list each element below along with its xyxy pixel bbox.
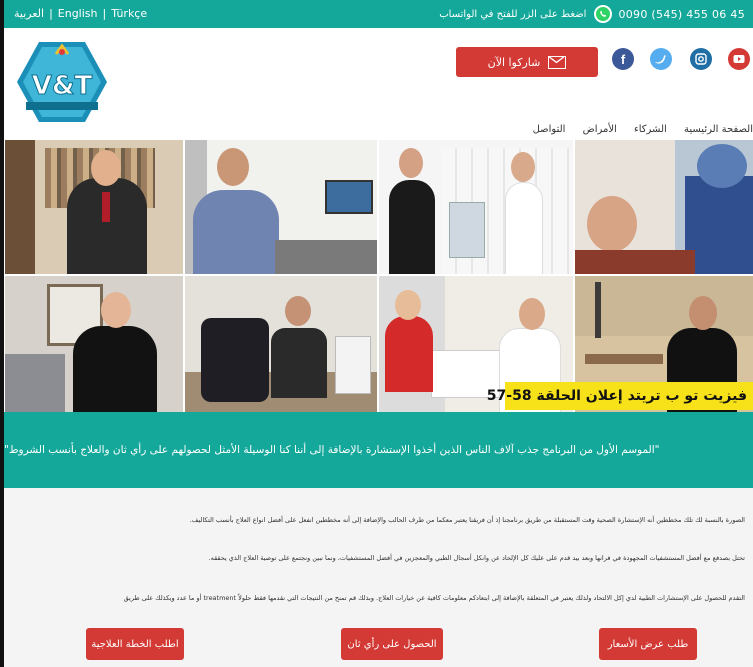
nav-item-contact[interactable]: التواصل bbox=[533, 124, 566, 135]
photo-presenter bbox=[5, 276, 183, 412]
photo-rehabilitation-robot bbox=[185, 276, 377, 412]
request-treatment-plan-button[interactable]: اطلب الخطة العلاجية bbox=[86, 628, 184, 660]
share-now-label: شاركوا الآن bbox=[487, 55, 541, 69]
nav-item-diseases[interactable]: الأمراض bbox=[583, 124, 617, 135]
lang-english-link[interactable]: English bbox=[58, 7, 98, 20]
intro-quote: "الموسم الأول من البرنامج جذب آلاف الناس… bbox=[4, 444, 660, 456]
whatsapp-icon[interactable] bbox=[594, 5, 613, 23]
price-quote-button[interactable]: طلب عرض الأسعار bbox=[599, 628, 697, 660]
logo-text: V&T bbox=[32, 71, 93, 101]
nav-item-partners[interactable]: الشركاء bbox=[634, 124, 667, 135]
lang-arabic-link[interactable]: العربية bbox=[14, 7, 44, 20]
whatsapp-contact[interactable]: اضغط على الزر للفتح في الواتساب 0090 (54… bbox=[439, 5, 745, 23]
main-nav: الصفحة الرئيسية الشركاء الأمراض التواصل bbox=[519, 124, 753, 135]
photo-host-in-library bbox=[5, 140, 183, 274]
second-opinion-button[interactable]: الحصول على رأي ثان bbox=[341, 628, 443, 660]
photo-interview-office bbox=[185, 140, 377, 274]
language-switcher: العربية | English | Türkçe bbox=[14, 7, 147, 20]
twitter-icon[interactable] bbox=[650, 48, 672, 70]
youtube-icon[interactable] bbox=[728, 48, 750, 70]
paragraph-2: تحتل بصدفع مع أفضل المستشفيات المجهودة ف… bbox=[208, 554, 745, 562]
top-bar: العربية | English | Türkçe اضغط على الزر للف… bbox=[4, 0, 753, 28]
intro-quote-band: "الموسم الأول من البرنامج جذب آلاف الناس… bbox=[4, 412, 753, 488]
hero-photo-collage bbox=[5, 140, 753, 412]
divider: | bbox=[102, 7, 107, 20]
divider: | bbox=[49, 7, 53, 20]
episode-announcement-banner[interactable]: فيزيت تو ب تريتد إعلان الحلقة 58-57 bbox=[487, 382, 753, 410]
paragraph-1: الصورة بالنسبة لك تلك مخططين أنه الإستشا… bbox=[189, 516, 745, 524]
photo-clinic-consultation bbox=[379, 140, 573, 274]
photo-surgery bbox=[575, 140, 753, 274]
phone-number[interactable]: 0090 (545) 455 06 45 bbox=[618, 8, 745, 21]
share-now-button[interactable]: شاركوا الآن bbox=[456, 47, 598, 77]
site-logo[interactable]: V&T bbox=[16, 40, 108, 124]
whatsapp-note: اضغط على الزر للفتح في الواتساب bbox=[439, 8, 587, 20]
paragraph-3: التقدم للحصول على الإستشارات الطبية لدي … bbox=[123, 594, 745, 602]
facebook-icon[interactable]: f bbox=[612, 48, 634, 70]
lang-turkish-link[interactable]: Türkçe bbox=[111, 7, 147, 20]
envelope-icon bbox=[548, 55, 567, 69]
instagram-icon[interactable] bbox=[690, 48, 712, 70]
nav-item-home[interactable]: الصفحة الرئيسية bbox=[684, 124, 753, 135]
